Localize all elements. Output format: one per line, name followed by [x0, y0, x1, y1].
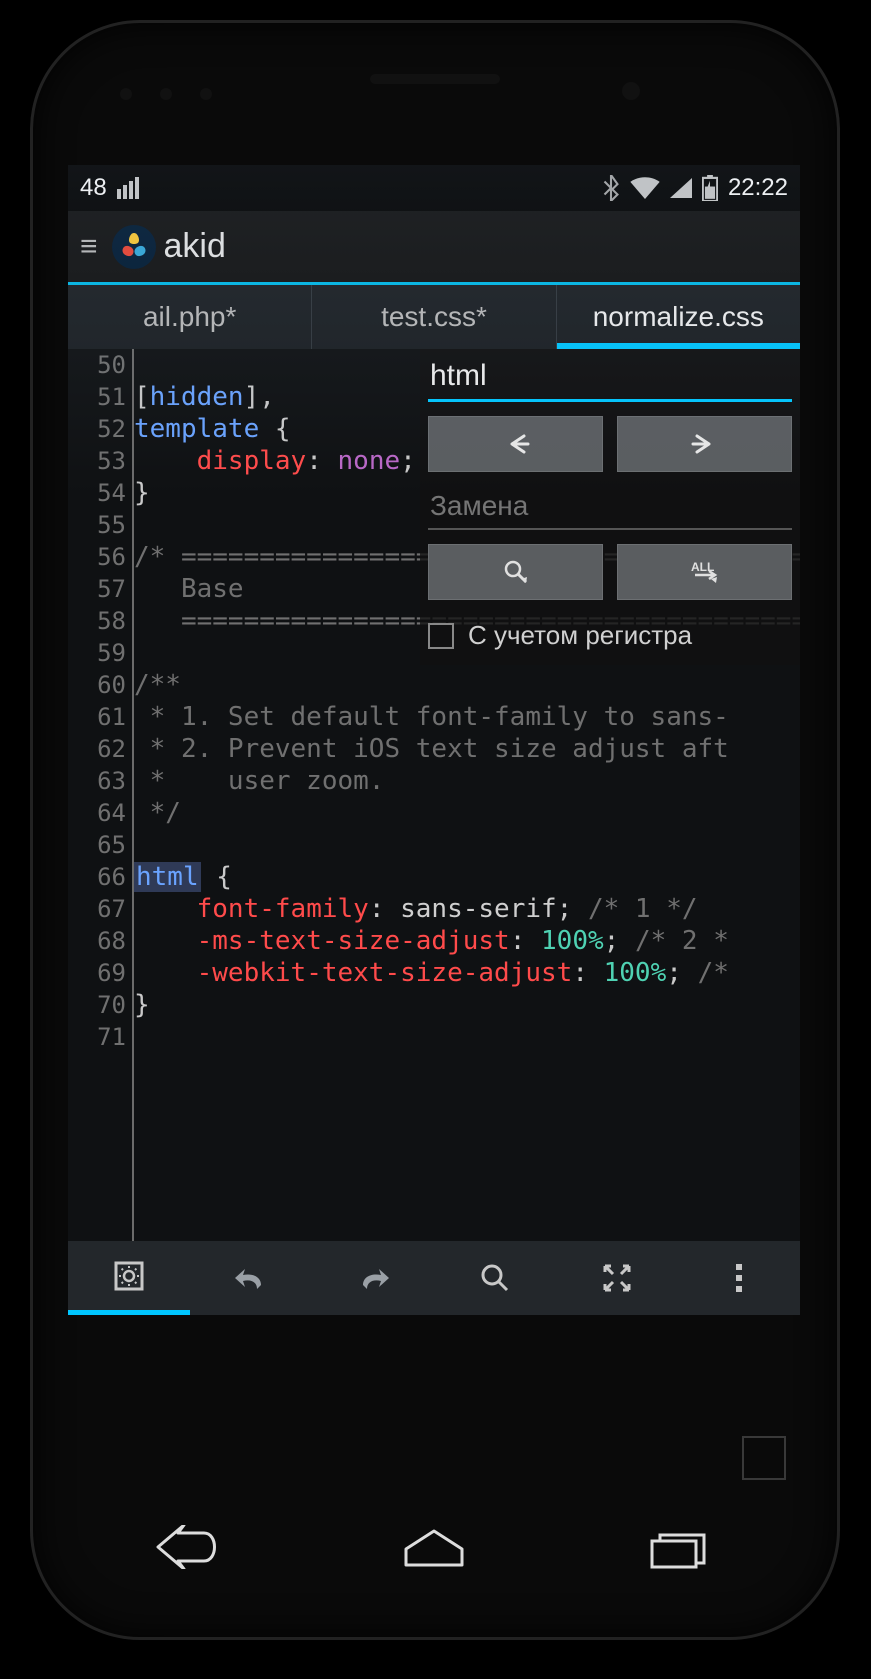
file-tab-label: normalize.css	[593, 301, 764, 333]
fullscreen-button[interactable]	[556, 1241, 678, 1315]
back-nav-button[interactable]	[150, 1525, 230, 1574]
code-line[interactable]: 60/**	[68, 669, 800, 701]
find-next-button[interactable]	[617, 416, 792, 472]
code-line[interactable]: 67 font-family: sans-serif; /* 1 */	[68, 893, 800, 925]
home-nav-button[interactable]	[394, 1525, 474, 1574]
battery-icon	[702, 175, 718, 201]
screen: 48 22:22	[68, 165, 800, 1315]
file-tab-label: test.css*	[381, 301, 487, 333]
code-line[interactable]: 65	[68, 829, 800, 861]
tab-bar: ail.php* test.css* normalize.css	[68, 285, 800, 349]
line-number: 61	[68, 703, 134, 731]
line-number: 55	[68, 511, 134, 539]
code-text: * 2. Prevent iOS text size adjust aft	[134, 734, 800, 764]
file-tab[interactable]: test.css*	[312, 285, 556, 349]
wifi-icon	[630, 177, 660, 199]
line-number: 51	[68, 383, 134, 411]
replace-all-button[interactable]: ALL	[617, 544, 792, 600]
notification-icon	[117, 177, 139, 199]
replace-one-button[interactable]	[428, 544, 603, 600]
file-tab[interactable]: normalize.css	[557, 285, 800, 349]
file-tab[interactable]: ail.php*	[68, 285, 312, 349]
notification-count: 48	[80, 174, 107, 202]
code-line[interactable]: 62 * 2. Prevent iOS text size adjust aft	[68, 733, 800, 765]
find-prev-button[interactable]	[428, 416, 603, 472]
code-text: -ms-text-size-adjust: 100%; /* 2 *	[134, 926, 800, 956]
menu-icon[interactable]: ≡	[74, 230, 104, 264]
bluetooth-icon	[602, 175, 620, 201]
case-sensitive-label: С учетом регистра	[468, 620, 692, 651]
line-number: 60	[68, 671, 134, 699]
code-line[interactable]: 68 -ms-text-size-adjust: 100%; /* 2 *	[68, 925, 800, 957]
redo-button[interactable]	[312, 1241, 434, 1315]
line-number: 68	[68, 927, 134, 955]
code-text: /**	[134, 670, 800, 700]
line-number: 63	[68, 767, 134, 795]
line-number: 69	[68, 959, 134, 987]
code-text: }	[134, 990, 800, 1020]
file-tab-label: ail.php*	[143, 301, 236, 333]
undo-button[interactable]	[190, 1241, 312, 1315]
recents-nav-button[interactable]	[638, 1525, 718, 1574]
code-text: -webkit-text-size-adjust: 100%; /*	[134, 958, 800, 988]
android-nav-bar	[68, 1504, 800, 1594]
line-number: 56	[68, 543, 134, 571]
find-replace-panel: ALL С учетом регистра	[420, 349, 800, 665]
line-number: 57	[68, 575, 134, 603]
app-logo-icon	[112, 225, 156, 269]
search-button[interactable]	[434, 1241, 556, 1315]
code-line[interactable]: 70}	[68, 989, 800, 1021]
code-text: html {	[134, 862, 800, 892]
code-text: * 1. Set default font-family to sans-	[134, 702, 800, 732]
code-line[interactable]: 64 */	[68, 797, 800, 829]
signal-icon	[670, 178, 692, 198]
status-bar: 48 22:22	[68, 165, 800, 211]
search-input[interactable]	[428, 355, 792, 402]
clock: 22:22	[728, 174, 788, 202]
editor-area[interactable]: 5051[hidden],52template {53 display: non…	[68, 349, 800, 1241]
case-sensitive-checkbox[interactable]	[428, 623, 454, 649]
settings-button[interactable]	[68, 1241, 190, 1315]
line-number: 50	[68, 351, 134, 379]
code-text: */	[134, 798, 800, 828]
device-frame: 48 22:22	[30, 20, 840, 1640]
line-number: 54	[68, 479, 134, 507]
code-line[interactable]: 69 -webkit-text-size-adjust: 100%; /*	[68, 957, 800, 989]
code-text: * user zoom.	[134, 766, 800, 796]
line-number: 71	[68, 1023, 134, 1051]
code-line[interactable]: 71	[68, 1021, 800, 1053]
app-bar: ≡ akid	[68, 211, 800, 285]
line-number: 53	[68, 447, 134, 475]
code-line[interactable]: 63 * user zoom.	[68, 765, 800, 797]
line-number: 66	[68, 863, 134, 891]
code-line[interactable]: 66html {	[68, 861, 800, 893]
app-title: akid	[164, 227, 226, 266]
line-number: 62	[68, 735, 134, 763]
line-number: 67	[68, 895, 134, 923]
line-number: 52	[68, 415, 134, 443]
code-line[interactable]: 61 * 1. Set default font-family to sans-	[68, 701, 800, 733]
line-number: 64	[68, 799, 134, 827]
bottom-toolbar	[68, 1241, 800, 1315]
line-number: 59	[68, 639, 134, 667]
replace-input[interactable]	[428, 486, 792, 530]
line-number: 65	[68, 831, 134, 859]
code-text: font-family: sans-serif; /* 1 */	[134, 894, 800, 924]
overflow-menu-button[interactable]	[678, 1241, 800, 1315]
line-number: 58	[68, 607, 134, 635]
line-number: 70	[68, 991, 134, 1019]
